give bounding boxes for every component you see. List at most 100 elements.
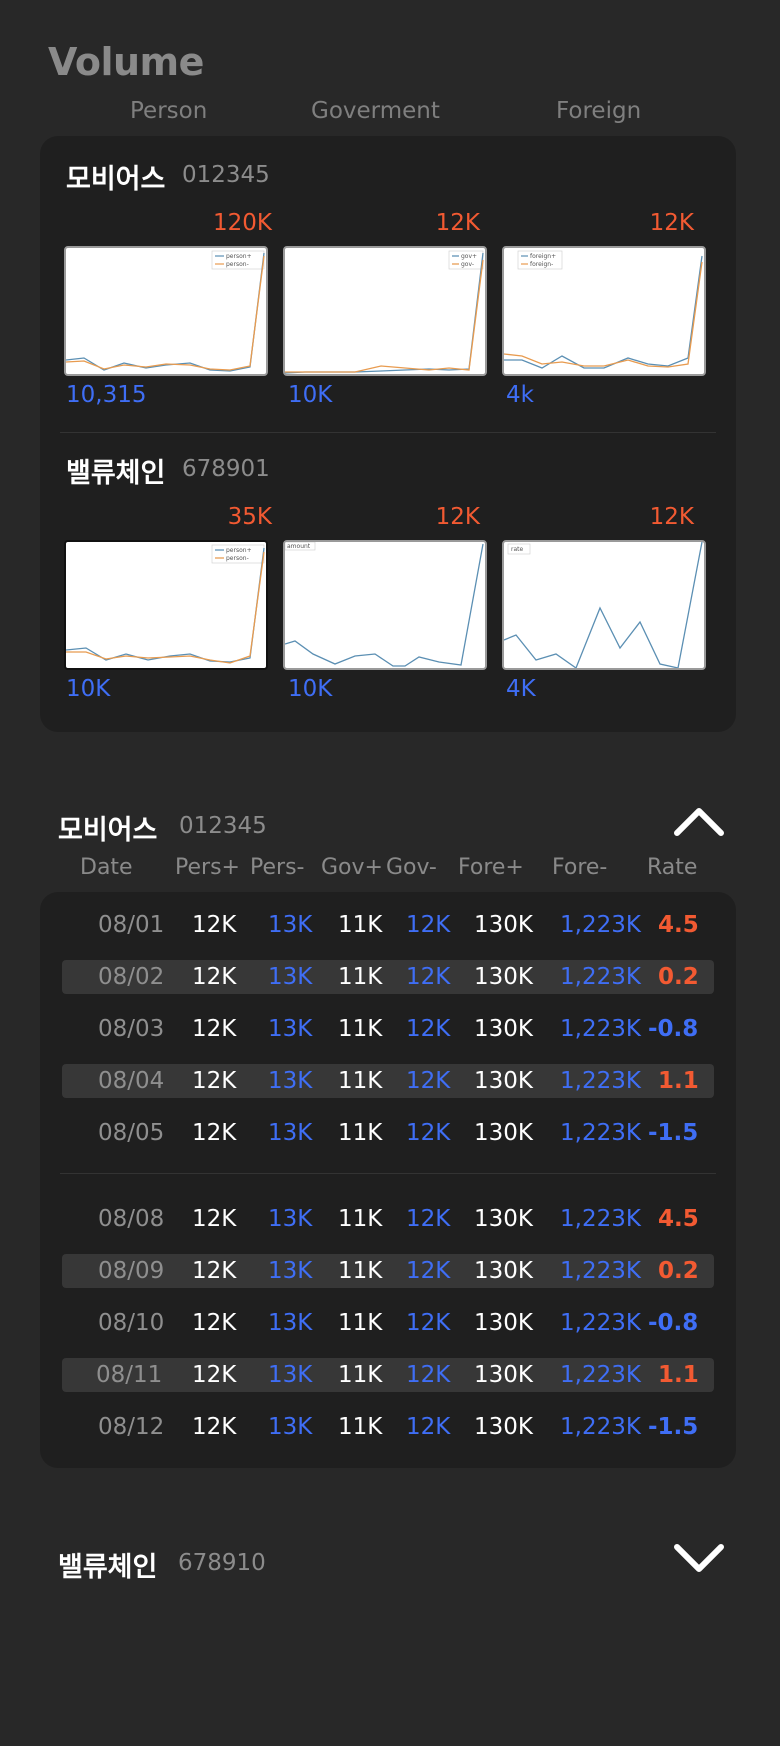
chart-min-label: 10K (66, 676, 111, 702)
legend-label: foreign- (530, 261, 553, 268)
fore-minus-cell: 1,223K (560, 1310, 641, 1336)
table-row[interactable]: 08/01 12K 13K 11K 12K 130K 1,223K 4.5 (62, 908, 714, 942)
collapsed-section-name[interactable]: 밸류체인 (58, 1545, 157, 1584)
chart-max-label: 35K (227, 504, 272, 530)
gov-minus-cell: 12K (406, 1310, 451, 1336)
pers-minus-cell: 13K (268, 964, 313, 990)
pers-plus-cell: 12K (192, 1206, 237, 1232)
table-header-fore-minus: Fore- (552, 855, 608, 880)
stock-code: 012345 (182, 162, 270, 188)
fore-plus-cell: 130K (474, 1362, 533, 1388)
legend-label: gov+ (461, 253, 477, 260)
rate-cell: 1.1 (658, 1362, 699, 1388)
gov-minus-cell: 12K (406, 1120, 451, 1146)
table-row[interactable]: 08/08 12K 13K 11K 12K 130K 1,223K 4.5 (62, 1202, 714, 1236)
volume-table: 08/01 12K 13K 11K 12K 130K 1,223K 4.5 08/02 12K 13… (40, 892, 736, 1468)
pers-plus-cell: 12K (192, 1258, 237, 1284)
table-header-rate: Rate (647, 855, 698, 880)
chart-min-label: 10K (288, 676, 333, 702)
rate-cell: 4.5 (658, 912, 699, 938)
gov-plus-cell: 11K (338, 1258, 383, 1284)
fore-minus-cell: 1,223K (560, 1068, 641, 1094)
date-cell: 08/08 (98, 1206, 165, 1232)
gov-minus-cell: 12K (406, 1258, 451, 1284)
fore-minus-cell: 1,223K (560, 1362, 641, 1388)
detail-section-code: 012345 (179, 813, 267, 839)
pers-plus-cell: 12K (192, 912, 237, 938)
government-volume-chart[interactable]: gov+ gov- (283, 246, 487, 376)
table-row[interactable]: 08/04 12K 13K 11K 12K 130K 1,223K 1.1 (62, 1064, 714, 1098)
pers-plus-cell: 12K (192, 1310, 237, 1336)
person-volume-chart[interactable]: person+ person- (64, 246, 268, 376)
date-cell: 08/09 (98, 1258, 165, 1284)
date-cell: 08/11 (96, 1362, 163, 1388)
rate-cell: 1.1 (658, 1068, 699, 1094)
pers-plus-cell: 12K (192, 1362, 237, 1388)
chart-min-label: 10K (288, 382, 333, 408)
fore-minus-cell: 1,223K (560, 1206, 641, 1232)
table-row[interactable]: 08/11 12K 13K 11K 12K 130K 1,223K 1.1 (62, 1358, 714, 1392)
stock-code: 678901 (182, 456, 270, 482)
amount-chart[interactable]: amount (283, 540, 487, 670)
fore-minus-cell: 1,223K (560, 912, 641, 938)
fore-plus-cell: 130K (474, 1120, 533, 1146)
chart-max-label: 12K (649, 504, 694, 530)
person-volume-chart[interactable]: person+ person- (64, 540, 268, 670)
gov-plus-cell: 11K (338, 1120, 383, 1146)
table-row[interactable]: 08/05 12K 13K 11K 12K 130K 1,223K -1.5 (62, 1116, 714, 1150)
rate-chart[interactable]: rate (502, 540, 706, 670)
fore-minus-cell: 1,223K (560, 1016, 641, 1042)
collapsed-section-code: 678910 (178, 1550, 266, 1576)
fore-minus-cell: 1,223K (560, 1414, 641, 1440)
pers-minus-cell: 13K (268, 1068, 313, 1094)
date-cell: 08/04 (98, 1068, 165, 1094)
detail-section-name[interactable]: 모비어스 (58, 808, 157, 847)
pers-minus-cell: 13K (268, 1016, 313, 1042)
column-header-foreign: Foreign (556, 98, 642, 124)
legend-label: amount (287, 543, 311, 550)
chart-min-label: 4K (506, 676, 536, 702)
stock-name[interactable]: 모비어스 (66, 157, 165, 196)
pers-minus-cell: 13K (268, 1120, 313, 1146)
legend-label: person- (226, 555, 249, 562)
legend-label: foreign+ (530, 253, 556, 260)
gov-minus-cell: 12K (406, 912, 451, 938)
table-row[interactable]: 08/03 12K 13K 11K 12K 130K 1,223K -0.8 (62, 1012, 714, 1046)
date-cell: 08/02 (98, 964, 165, 990)
table-row[interactable]: 08/09 12K 13K 11K 12K 130K 1,223K 0.2 (62, 1254, 714, 1288)
gov-plus-cell: 11K (338, 964, 383, 990)
legend-label: rate (511, 546, 523, 553)
pers-plus-cell: 12K (192, 964, 237, 990)
table-row[interactable]: 08/12 12K 13K 11K 12K 130K 1,223K -1.5 (62, 1410, 714, 1444)
fore-minus-cell: 1,223K (560, 1258, 641, 1284)
chevron-up-icon[interactable] (672, 804, 726, 838)
gov-minus-cell: 12K (406, 1362, 451, 1388)
table-divider (60, 1173, 716, 1174)
table-header-pers-minus: Pers- (250, 855, 305, 880)
table-row[interactable]: 08/02 12K 13K 11K 12K 130K 1,223K 0.2 (62, 960, 714, 994)
pers-minus-cell: 13K (268, 1206, 313, 1232)
table-row[interactable]: 08/10 12K 13K 11K 12K 130K 1,223K -0.8 (62, 1306, 714, 1340)
gov-plus-cell: 11K (338, 1016, 383, 1042)
chart-max-label: 120K (213, 210, 272, 236)
foreign-volume-chart[interactable]: foreign+ foreign- (502, 246, 706, 376)
fore-minus-cell: 1,223K (560, 1120, 641, 1146)
chart-max-label: 12K (649, 210, 694, 236)
gov-plus-cell: 11K (338, 1414, 383, 1440)
rate-cell: -0.8 (648, 1016, 699, 1042)
table-header-gov-plus: Gov+ (321, 855, 383, 880)
rate-cell: -1.5 (648, 1120, 699, 1146)
legend-label: person- (226, 261, 249, 268)
legend-label: person+ (226, 253, 252, 260)
chart-min-label: 4k (506, 382, 534, 408)
pers-minus-cell: 13K (268, 912, 313, 938)
rate-cell: -1.5 (648, 1414, 699, 1440)
gov-plus-cell: 11K (338, 1068, 383, 1094)
stock-name[interactable]: 밸류체인 (66, 451, 165, 490)
chevron-down-icon[interactable] (672, 1542, 726, 1576)
fore-plus-cell: 130K (474, 1016, 533, 1042)
pers-plus-cell: 12K (192, 1068, 237, 1094)
table-header-date: Date (80, 855, 133, 880)
gov-minus-cell: 12K (406, 964, 451, 990)
table-header-gov-minus: Gov- (386, 855, 437, 880)
